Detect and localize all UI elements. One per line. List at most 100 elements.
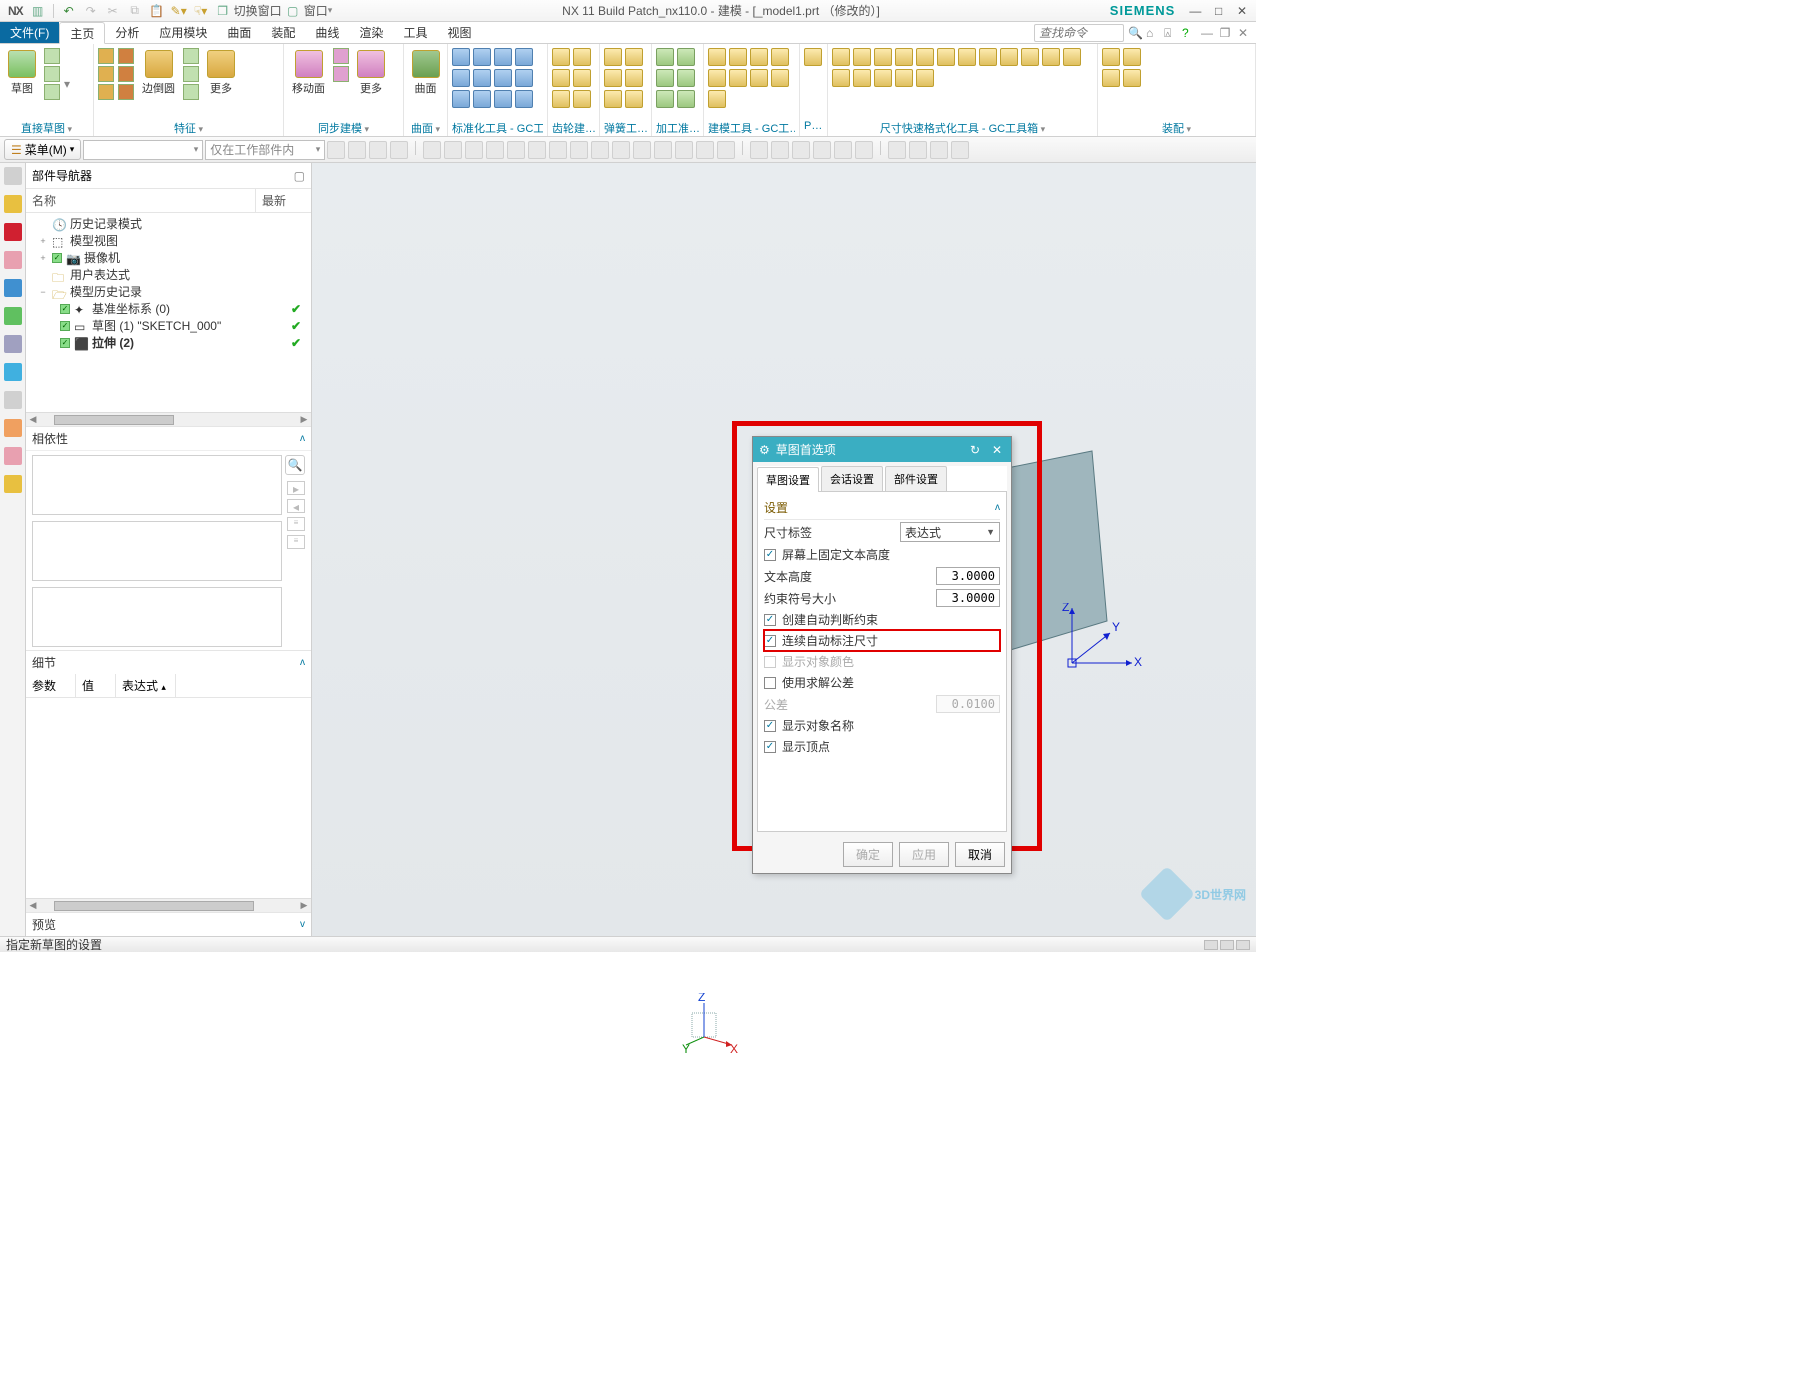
toolbar2-icon[interactable] (465, 141, 483, 159)
switch-window-button[interactable]: 切换窗口 (234, 2, 282, 19)
navigator-tree[interactable]: 🕓历史记录模式 +⬚模型视图 +✓📷摄像机 🗀用户表达式 −🗁模型历史记录 ✓✦… (26, 213, 311, 412)
close-button[interactable]: ✕ (1232, 4, 1252, 18)
spring-tools-grid[interactable] (604, 48, 643, 108)
window-menu-button[interactable]: 窗口 (304, 2, 328, 19)
tab-surface[interactable]: 曲面 (217, 22, 261, 43)
file-menu[interactable]: 文件(F) (0, 22, 59, 43)
paste-icon[interactable]: 📋 (149, 3, 165, 19)
tab-part-settings[interactable]: 部件设置 (885, 466, 947, 491)
std-tools-grid[interactable] (452, 48, 533, 108)
checkbox-icon[interactable]: ✓ (60, 304, 70, 314)
toolbar2-icon[interactable] (423, 141, 441, 159)
tab-curve[interactable]: 曲线 (305, 22, 349, 43)
feature-more-button[interactable]: 更多 (203, 48, 239, 98)
checkbox-icon[interactable]: ✓ (60, 338, 70, 348)
assembly-tools-grid[interactable] (1102, 48, 1141, 87)
feature-primitive-stack[interactable] (98, 48, 114, 100)
toolbar2-icon[interactable] (888, 141, 906, 159)
dep-list2-icon[interactable]: ≡ (287, 535, 305, 549)
tab-sketch-settings[interactable]: 草图设置 (757, 467, 819, 492)
chevron-up-icon[interactable]: ʌ (995, 502, 1000, 513)
dim-label-select[interactable]: 表达式▼ (900, 522, 1000, 542)
window-icon[interactable]: ▢ (285, 3, 301, 19)
new-icon[interactable]: ▥ (30, 3, 46, 19)
dep-nav-left-icon[interactable]: ◂ (287, 499, 305, 513)
tab-view[interactable]: 视图 (437, 22, 481, 43)
menu-button[interactable]: ☰菜单(M)▾ (4, 139, 81, 160)
sync-stack[interactable] (333, 48, 349, 82)
toolbar2-icon[interactable] (612, 141, 630, 159)
dim-tools-grid[interactable] (832, 48, 1081, 87)
fixed-text-height-checkbox[interactable] (764, 549, 776, 561)
tab-render[interactable]: 渲染 (349, 22, 393, 43)
feature-misc-stack[interactable] (183, 48, 199, 100)
toolbar2-icon[interactable] (951, 141, 969, 159)
ok-button[interactable]: 确定 (843, 842, 893, 867)
toolbar2-icon[interactable] (654, 141, 672, 159)
use-tolerance-checkbox[interactable] (764, 677, 776, 689)
constraint-size-input[interactable] (936, 589, 1000, 607)
touch-icon[interactable]: ☟▾ (193, 3, 209, 19)
tab-analysis[interactable]: 分析 (105, 22, 149, 43)
toolbar2-icon[interactable] (549, 141, 567, 159)
resource-tab-10[interactable] (4, 447, 22, 465)
dialog-reset-icon[interactable]: ↻ (967, 443, 983, 457)
tab-application[interactable]: 应用模块 (149, 22, 217, 43)
toolbar2-icon[interactable] (570, 141, 588, 159)
dep-search-button[interactable]: 🔍 (285, 455, 305, 475)
dep-list1-icon[interactable]: ≡ (287, 517, 305, 531)
toolbar2-icon[interactable] (696, 141, 714, 159)
help-icon[interactable]: ⍓ (1164, 26, 1178, 40)
toolbar2-icon[interactable] (771, 141, 789, 159)
toolbar2-icon[interactable] (486, 141, 504, 159)
toolbar2-icon[interactable] (834, 141, 852, 159)
help2-icon[interactable]: ? (1182, 26, 1196, 40)
recent-icon[interactable]: ⌂ (1146, 26, 1160, 40)
resource-tab-4[interactable] (4, 279, 22, 297)
sketch-tools-stack[interactable] (44, 48, 60, 100)
continuous-dim-checkbox[interactable] (764, 635, 776, 647)
window-list-icon[interactable]: ❐ (215, 3, 231, 19)
toolbar2-icon[interactable] (528, 141, 546, 159)
resource-tab-8[interactable] (4, 391, 22, 409)
command-search-input[interactable] (1034, 24, 1124, 42)
toolbar2-icon[interactable] (591, 141, 609, 159)
col-latest[interactable]: 最新 (256, 189, 311, 212)
h-scrollbar[interactable]: ◀▶ (26, 412, 311, 426)
tab-home[interactable]: 主页 (59, 22, 105, 44)
copy-icon[interactable]: ⧉ (127, 3, 143, 19)
brush-icon[interactable]: ✎▾ (171, 3, 187, 19)
doc-minimize-button[interactable]: — (1200, 26, 1214, 40)
surface-button[interactable]: 曲面 (408, 48, 443, 98)
h-scrollbar[interactable]: ◀▶ (26, 898, 311, 912)
dialog-close-icon[interactable]: ✕ (989, 443, 1005, 457)
tab-session-settings[interactable]: 会话设置 (821, 466, 883, 491)
toolbar2-icon[interactable] (327, 141, 345, 159)
resource-tab-9[interactable] (4, 419, 22, 437)
create-infer-checkbox[interactable] (764, 614, 776, 626)
maximize-button[interactable]: □ (1209, 4, 1229, 18)
chevron-up-icon[interactable]: ʌ (300, 657, 305, 668)
graphics-viewport[interactable]: X Y Z X Y Z ⚙ 草图首选项 ↻ ✕ 草图设置 会话设置 (312, 163, 1256, 936)
preview-header[interactable]: 预览 (32, 916, 56, 933)
machining-tools-grid[interactable] (656, 48, 695, 108)
move-face-button[interactable]: 移动面 (288, 48, 329, 98)
col-expr[interactable]: 表达式 ▴ (116, 674, 176, 697)
toolbar2-icon[interactable] (855, 141, 873, 159)
toolbar2-icon[interactable] (348, 141, 366, 159)
doc-restore-button[interactable]: ❐ (1218, 26, 1232, 40)
toolbar2-icon[interactable] (750, 141, 768, 159)
toolbar2-icon[interactable] (675, 141, 693, 159)
resource-tab-5[interactable] (4, 307, 22, 325)
gear-tools-grid[interactable] (552, 48, 591, 108)
toolbar2-icon[interactable] (717, 141, 735, 159)
toolbar2-icon[interactable] (930, 141, 948, 159)
toolbar2-icon[interactable] (909, 141, 927, 159)
sketch-button[interactable]: 草图 (4, 48, 40, 98)
toolbar2-icon[interactable] (507, 141, 525, 159)
apply-button[interactable]: 应用 (899, 842, 949, 867)
search-icon[interactable]: 🔍 (1128, 26, 1142, 40)
col-value[interactable]: 值 (76, 674, 116, 697)
checkbox-icon[interactable]: ✓ (52, 253, 62, 263)
minimize-button[interactable]: — (1185, 4, 1205, 18)
